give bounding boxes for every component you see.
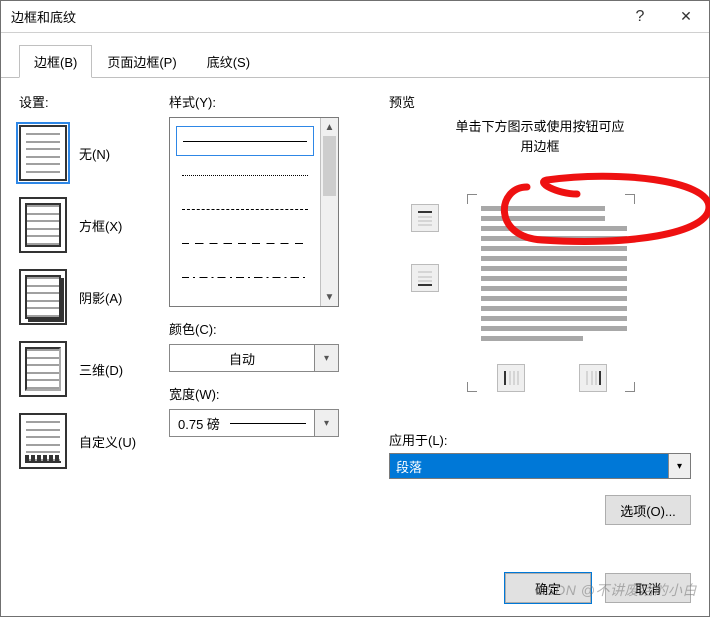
- preview-hint-line1: 单击下方图示或使用按钮可应: [455, 119, 624, 134]
- width-dropdown-icon[interactable]: ▾: [314, 410, 338, 436]
- border-bottom-button[interactable]: [411, 264, 439, 292]
- preview-paragraph-icon: [481, 206, 627, 384]
- apply-to-combo[interactable]: 段落 ▾: [389, 453, 691, 479]
- style-label: 样式(Y):: [169, 92, 369, 111]
- cancel-button[interactable]: 取消: [605, 573, 691, 603]
- ok-button[interactable]: 确定: [505, 573, 591, 603]
- dialog-footer: 确定 取消: [1, 560, 709, 616]
- options-button[interactable]: 选项(O)...: [605, 495, 691, 525]
- style-list-inner: [170, 118, 320, 306]
- preview-document[interactable]: [449, 182, 639, 402]
- preview-label: 预览: [389, 92, 691, 111]
- scroll-track[interactable]: [321, 136, 338, 288]
- style-column: 样式(Y): ▲ ▼ 颜色(C): 自动 ▾: [169, 92, 369, 560]
- dialog-title: 边框和底纹: [1, 7, 617, 26]
- help-button[interactable]: ?: [617, 1, 663, 33]
- preview-area: [389, 164, 691, 424]
- corner-marker-tl: [467, 194, 477, 204]
- line-style-dashed-fine[interactable]: [176, 194, 314, 224]
- color-value: 自动: [170, 349, 314, 368]
- setting-box-icon: [19, 197, 67, 253]
- setting-shadow-icon: [19, 269, 67, 325]
- setting-shadow-label: 阴影(A): [79, 288, 122, 307]
- setting-custom[interactable]: 自定义(U): [19, 405, 169, 477]
- width-label: 宽度(W):: [169, 384, 369, 403]
- corner-marker-tr: [625, 194, 635, 204]
- preview-column: 预览 单击下方图示或使用按钮可应 用边框: [369, 92, 691, 560]
- tab-page-borders[interactable]: 页面边框(P): [92, 45, 191, 78]
- color-label: 颜色(C):: [169, 319, 369, 338]
- close-button[interactable]: ✕: [663, 1, 709, 33]
- width-sample-line: [230, 423, 306, 424]
- corner-marker-bl: [467, 382, 477, 392]
- setting-3d[interactable]: 三维(D): [19, 333, 169, 405]
- settings-label: 设置:: [19, 92, 169, 111]
- titlebar: 边框和底纹 ? ✕: [1, 1, 709, 33]
- apply-to-dropdown-icon[interactable]: ▾: [668, 454, 690, 478]
- dialog-body: 设置: 无(N) 方框(X) 阴影(A): [1, 78, 709, 560]
- border-top-icon: [416, 209, 434, 227]
- width-value: 0.75 磅: [170, 414, 314, 433]
- setting-none-label: 无(N): [79, 144, 110, 163]
- tab-borders[interactable]: 边框(B): [19, 45, 92, 78]
- tab-bar: 边框(B) 页面边框(P) 底纹(S): [1, 33, 709, 78]
- scroll-up-icon[interactable]: ▲: [321, 118, 338, 136]
- border-top-button[interactable]: [411, 204, 439, 232]
- setting-none-icon: [19, 125, 67, 181]
- apply-to-value: 段落: [390, 454, 668, 478]
- preview-hint-line2: 用边框: [520, 139, 559, 154]
- tab-shading[interactable]: 底纹(S): [192, 45, 265, 78]
- setting-3d-label: 三维(D): [79, 360, 123, 379]
- setting-none[interactable]: 无(N): [19, 117, 169, 189]
- line-style-dash-dot[interactable]: [176, 262, 314, 292]
- scroll-down-icon[interactable]: ▼: [321, 288, 338, 306]
- scroll-thumb[interactable]: [323, 136, 336, 196]
- color-combo[interactable]: 自动 ▾: [169, 344, 339, 372]
- setting-custom-label: 自定义(U): [79, 432, 136, 451]
- preview-hint: 单击下方图示或使用按钮可应 用边框: [389, 117, 691, 156]
- setting-custom-icon: [19, 413, 67, 469]
- setting-box[interactable]: 方框(X): [19, 189, 169, 261]
- line-style-solid[interactable]: [176, 126, 314, 156]
- apply-to-label: 应用于(L):: [389, 430, 691, 449]
- style-scrollbar[interactable]: ▲ ▼: [320, 118, 338, 306]
- setting-3d-icon: [19, 341, 67, 397]
- width-text: 0.75 磅: [178, 414, 220, 433]
- line-style-dashed[interactable]: [176, 228, 314, 258]
- line-style-dotted[interactable]: [176, 160, 314, 190]
- setting-shadow[interactable]: 阴影(A): [19, 261, 169, 333]
- width-combo[interactable]: 0.75 磅 ▾: [169, 409, 339, 437]
- setting-box-label: 方框(X): [79, 216, 122, 235]
- border-bottom-icon: [416, 269, 434, 287]
- style-list[interactable]: ▲ ▼: [169, 117, 339, 307]
- options-row: 选项(O)...: [389, 495, 691, 525]
- borders-shading-dialog: 边框和底纹 ? ✕ 边框(B) 页面边框(P) 底纹(S) 设置: 无(N) 方…: [0, 0, 710, 617]
- settings-column: 设置: 无(N) 方框(X) 阴影(A): [19, 92, 169, 560]
- color-dropdown-icon[interactable]: ▾: [314, 345, 338, 371]
